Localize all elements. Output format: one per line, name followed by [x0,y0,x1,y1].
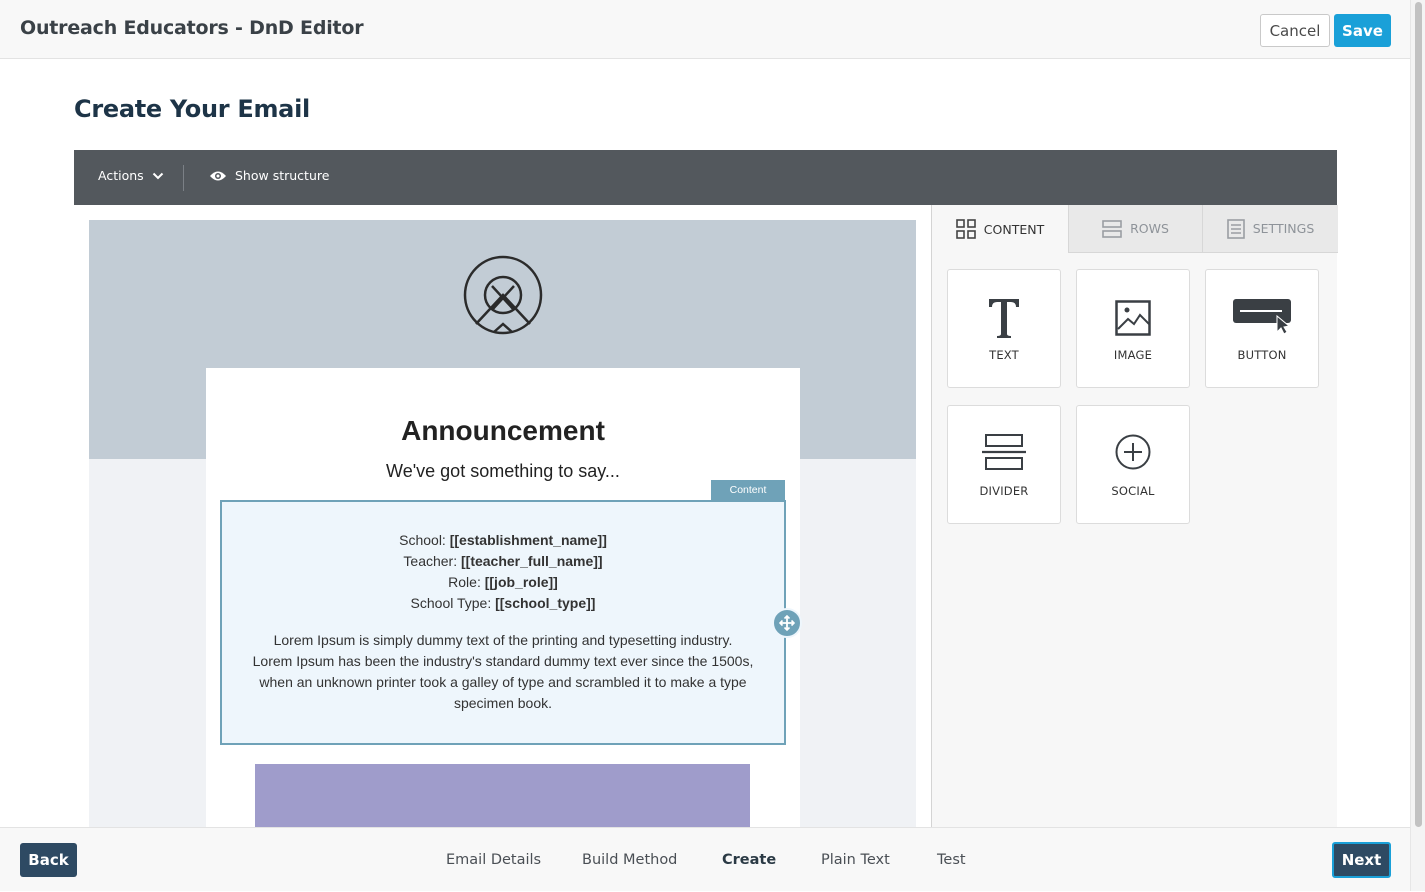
text-icon [948,296,1060,340]
actions-label: Actions [98,168,144,183]
tab-rows-label: ROWS [1130,221,1169,236]
tile-button-label: BUTTON [1237,348,1287,362]
wizard-steps: Email Details Build Method Create Plain … [0,828,1410,892]
actions-dropdown[interactable]: Actions [98,168,164,183]
back-button[interactable]: Back [20,843,77,877]
tab-settings-label: SETTINGS [1252,221,1315,236]
tab-content-label: CONTENT [983,221,1045,237]
tab-rows[interactable]: ROWS [1068,205,1202,253]
settings-icon [1226,218,1245,239]
social-icon [1077,434,1189,470]
field-school: School: [[establishment_name]] [399,532,607,548]
image-icon [1077,300,1189,336]
scrollbar-thumb[interactable] [1415,2,1422,827]
content-panel: CONTENT ROWS SETTINGS TEXT IMAGE BUTTON … [931,205,1338,827]
page-title: Create Your Email [74,95,310,123]
next-button[interactable]: Next [1332,842,1391,878]
step-email-details[interactable]: Email Details [446,852,541,868]
footer-bar: Email Details Build Method Create Plain … [0,827,1410,891]
tile-text[interactable]: TEXT [947,269,1061,388]
tile-social[interactable]: SOCIAL [1076,405,1190,524]
tile-image-label: IMAGE [1113,348,1153,362]
tile-divider[interactable]: DIVIDER [947,405,1061,524]
step-create[interactable]: Create [722,852,776,868]
toolbar-divider [183,165,184,191]
chevron-down-icon [152,172,163,179]
email-heading[interactable]: Announcement [206,415,800,447]
page-scrollbar[interactable] [1410,0,1425,891]
tile-social-label: SOCIAL [1111,484,1155,498]
logo-icon[interactable] [462,254,544,341]
tile-divider-label: DIVIDER [979,484,1029,498]
field-teacher: Teacher: [[teacher_full_name]] [403,553,603,569]
save-button[interactable]: Save [1334,14,1391,47]
tile-image[interactable]: IMAGE [1076,269,1190,388]
show-structure-toggle[interactable]: Show structure [209,168,329,183]
app-title: Outreach Educators - DnD Editor [20,17,364,39]
tile-text-label: TEXT [989,348,1019,362]
button-icon [1206,298,1318,334]
content-block-tag: Content [711,480,785,500]
tile-button[interactable]: BUTTON [1205,269,1319,388]
selected-content-block[interactable]: School: [[establishment_name]] Teacher: … [220,500,786,745]
move-handle-icon[interactable] [772,608,802,638]
step-build-method[interactable]: Build Method [582,852,677,868]
email-body[interactable]: Announcement We've got something to say.… [206,368,802,827]
image-placeholder[interactable] [255,764,750,827]
top-bar: Outreach Educators - DnD Editor Cancel S… [0,0,1410,59]
editor-toolbar: Actions Show structure [74,150,1337,205]
email-canvas[interactable]: Announcement We've got something to say.… [89,220,916,827]
tab-content[interactable]: CONTENT [932,205,1068,253]
field-role: Role: [[job_role]] [448,574,558,590]
field-school-type: School Type: [[school_type]] [410,595,596,611]
eye-icon [210,171,226,180]
body-text[interactable]: Lorem Ipsum is simply dummy text of the … [252,630,754,714]
rows-icon [1102,219,1122,238]
cancel-button[interactable]: Cancel [1260,14,1330,47]
step-test[interactable]: Test [937,852,966,868]
step-plain-text[interactable]: Plain Text [821,852,890,868]
divider-icon [948,434,1060,470]
show-structure-label: Show structure [235,168,330,183]
email-subheading[interactable]: We've got something to say... [206,461,800,482]
tab-settings[interactable]: SETTINGS [1202,205,1338,253]
grid-icon [955,219,976,239]
panel-tabs: CONTENT ROWS SETTINGS [932,205,1338,253]
merge-fields: School: [[establishment_name]] Teacher: … [222,530,784,614]
